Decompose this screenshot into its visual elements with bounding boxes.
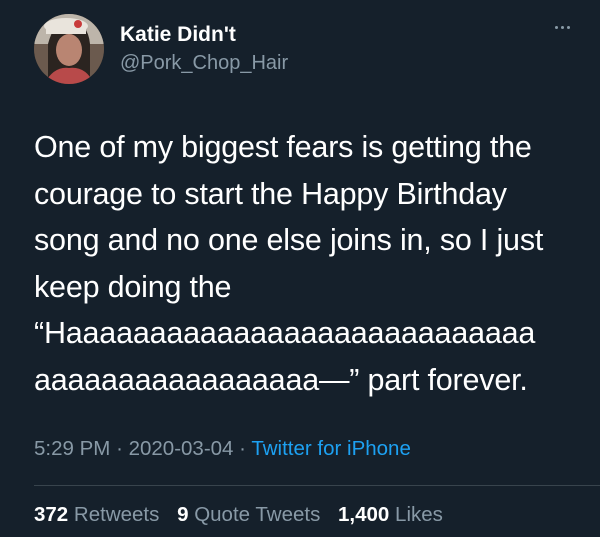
retweets-label: Retweets [73, 503, 160, 526]
tweet-line: song and no one else joins in, so I just [34, 223, 544, 257]
tweet-line: “Haaaaaaaaaaaaaaaaaaaaaaaaaaaa [34, 316, 536, 350]
dot [555, 26, 558, 29]
more-options-icon[interactable] [555, 26, 570, 29]
display-name[interactable]: Katie Didn't [120, 22, 288, 48]
tweet-line: aaaaaaaaaaaaaaaaa—” part forever. [34, 362, 528, 397]
tweet-time[interactable]: 5:29 PM [34, 437, 110, 460]
avatar[interactable] [34, 14, 104, 84]
likes-stat[interactable]: 1,400 Likes [338, 503, 443, 526]
user-handle[interactable]: @Pork_Chop_Hair [120, 50, 288, 76]
author-names: Katie Didn't @Pork_Chop_Hair [120, 22, 288, 76]
tweet-header: Katie Didn't @Pork_Chop_Hair [34, 9, 288, 89]
retweets-count: 372 [34, 503, 69, 526]
quote-tweets-label: Quote Tweets [194, 503, 321, 526]
dot [561, 26, 564, 29]
divider [34, 485, 600, 486]
retweets-stat[interactable]: 372 Retweets [34, 503, 159, 526]
tweet-stats: 372 Retweets 9 Quote Tweets 1,400 Likes [34, 503, 455, 527]
tweet-date[interactable]: 2020-03-04 [129, 437, 234, 460]
meta-separator: · [116, 437, 123, 460]
tweet-line: courage to start the Happy Birthday [34, 176, 507, 211]
tweet-line: keep doing the [34, 269, 232, 304]
tweet-source-link[interactable]: Twitter for iPhone [251, 437, 411, 460]
tweet-text: One of my biggest fears is getting the c… [34, 124, 574, 403]
tweet-line: One of my biggest fears is getting the [34, 130, 532, 164]
dot [567, 26, 570, 29]
tweet-meta: 5:29 PM · 2020-03-04 · Twitter for iPhon… [34, 437, 411, 461]
tweet-card: Katie Didn't @Pork_Chop_Hair One of my b… [0, 0, 600, 537]
quote-tweets-stat[interactable]: 9 Quote Tweets [177, 503, 320, 526]
likes-count: 1,400 [338, 503, 390, 526]
meta-separator: · [239, 437, 246, 460]
likes-label: Likes [395, 503, 443, 526]
user-avatar-icon [34, 14, 104, 84]
quote-tweets-count: 9 [177, 503, 189, 526]
